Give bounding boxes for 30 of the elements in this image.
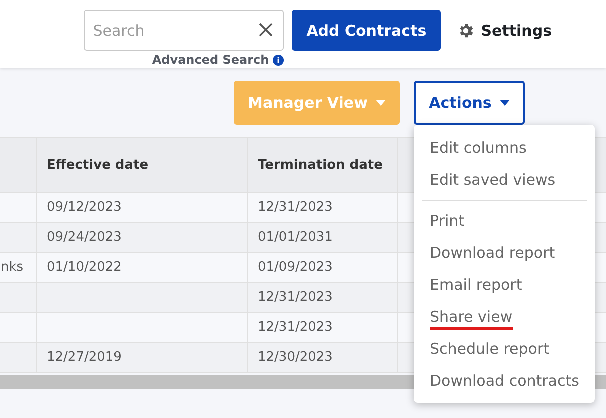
menu-item[interactable]: Edit columns [414,132,595,164]
menu-item[interactable]: Share view [414,301,595,333]
table-cell: 01/10/2022 [47,260,122,275]
search-field[interactable]: Search [84,10,284,51]
caret-icon [500,100,510,106]
table-cell: 01/09/2023 [258,260,333,275]
table-cell: 09/24/2023 [47,230,122,245]
settings-button[interactable]: Settings [449,10,560,51]
table-cell: 09/12/2023 [47,200,122,215]
info-icon[interactable] [273,54,284,66]
menu-item[interactable]: Edit saved views [414,164,595,196]
menu-item[interactable]: Email report [414,269,595,301]
table-cell: 12/31/2023 [258,290,333,305]
caret-icon [376,100,386,106]
menu-item[interactable]: Print [414,205,595,237]
add-contracts-button[interactable]: Add Contracts [292,10,442,51]
menu-item[interactable]: Download contracts [414,365,595,397]
actions-button[interactable]: Actions [414,81,525,125]
column-header: Effective date [47,158,149,172]
menu-item[interactable]: Schedule report [414,333,595,365]
table-cell: 12/31/2023 [258,320,333,335]
advanced-search-link[interactable]: Advanced Search [152,53,270,67]
table-cell: 12/30/2023 [258,350,333,365]
table-cell: nks [1,260,24,275]
table-cell: 12/31/2023 [258,200,333,215]
table-cell: 12/27/2019 [47,350,122,365]
close-icon[interactable] [259,23,274,37]
table-cell: 01/01/2031 [258,230,333,245]
menu-item[interactable]: Download report [414,237,595,269]
column-header: Termination date [258,158,383,172]
